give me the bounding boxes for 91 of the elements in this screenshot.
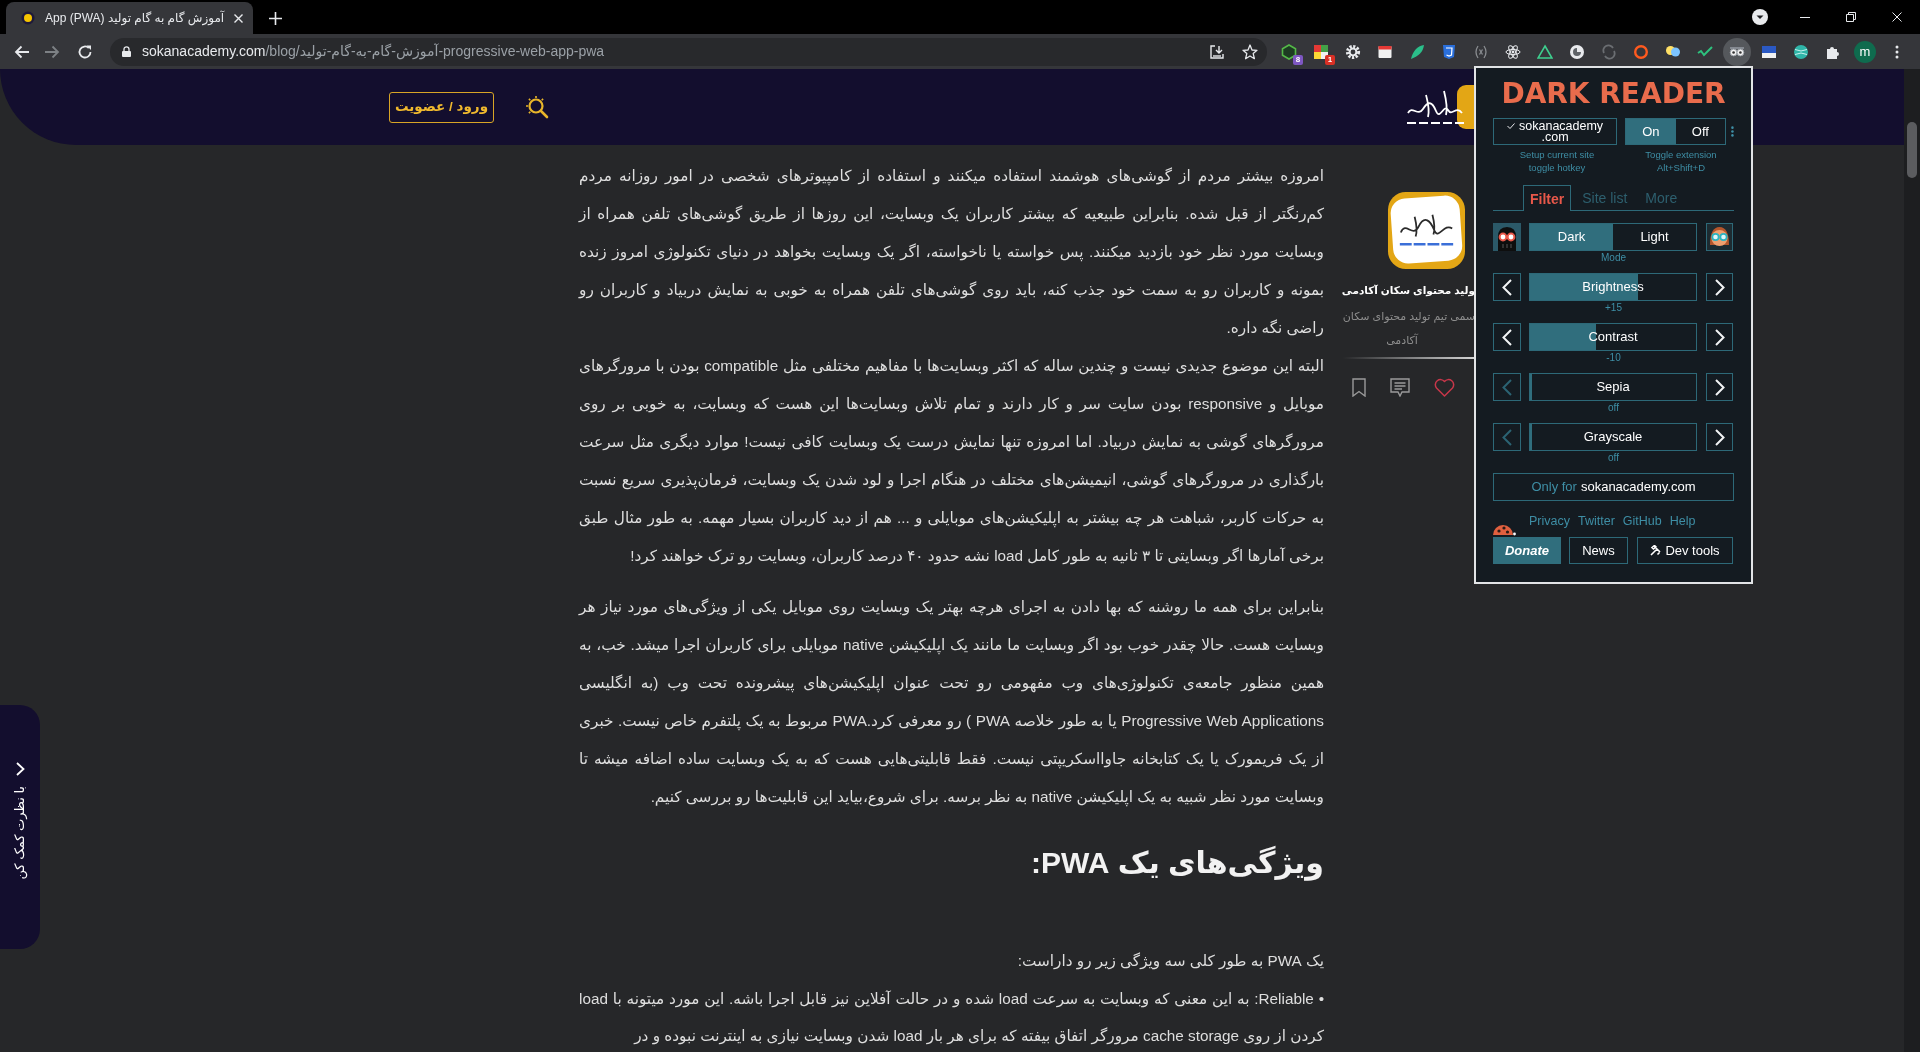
- author-bio: سمی تیم تولید محتوای سکان آکادمی: [1341, 309, 1475, 348]
- gear-icon[interactable]: [1345, 43, 1361, 60]
- bookmark-icon[interactable]: [1352, 378, 1366, 397]
- article-paragraph: یک PWA به طور کلی سه ویژگی زیر رو داراست:: [1016, 951, 1324, 972]
- close-icon[interactable]: [234, 13, 244, 23]
- brackets-icon[interactable]: [1473, 43, 1489, 60]
- footer-link[interactable]: Privacy: [1529, 512, 1570, 536]
- tools-icon: [1650, 545, 1662, 556]
- ladybug-icon: [1493, 523, 1516, 536]
- chevron-right-icon: [1714, 378, 1725, 396]
- chevron-right-icon: [1714, 278, 1725, 296]
- grid-icon[interactable]: [1313, 43, 1329, 60]
- slider-value: off: [1607, 401, 1620, 415]
- site-logo[interactable]: [1404, 83, 1475, 131]
- switch-option[interactable]: On: [1626, 119, 1676, 144]
- extension-button[interactable]: [1723, 37, 1751, 66]
- slider-track[interactable]: Sepia: [1529, 373, 1697, 401]
- heart-icon[interactable]: [1434, 378, 1455, 397]
- globe-icon[interactable]: [1793, 43, 1809, 60]
- leaf-icon[interactable]: [1409, 43, 1425, 60]
- notification-count: 1: [1325, 54, 1335, 65]
- article-paragraph: امروزه بیشتر مردم از گوشی‌های هوشمند استفاده میکنند و استفاده از کامپیوترهای شخصی در امور روزانه مردم کم‌رنگتر از قبل شده. بنابراین طبیعیه که بیشتر کاربران یک وبسایت، این روزها از طریق گوشی‌های تلفن همراه از وبسایت مورد نظر خود بازدید میکنند. پس خواسته یا ناخواسته، اگر یک وبسایت بخواهد در دنیای تکنولوژی امروز زنده بمونه و کاربران رو به سمت خود جذب کنه، باید روی گوشی‌های تلفن همراه به خوبی به نمایش دربیاد و کاربران رو راضی نگه داره.: [579, 166, 1324, 339]
- browser-tab[interactable]: آموزش گام به گام تولید App (PWA): [6, 2, 254, 34]
- slider-value: -10: [1605, 351, 1622, 365]
- decrease-button[interactable]: [1493, 273, 1521, 301]
- caption-text: Mode: [1600, 251, 1627, 265]
- footer-link[interactable]: Help: [1669, 512, 1696, 536]
- ring-icon[interactable]: [1633, 43, 1649, 60]
- decrease-button[interactable]: [1493, 323, 1521, 351]
- shield-icon[interactable]: [1441, 43, 1457, 60]
- footer-link[interactable]: Twitter: [1578, 512, 1615, 536]
- switch-option[interactable]: Dark: [1530, 224, 1613, 250]
- article-paragraph: بنابراین برای همه ما روشنه که بها دادن به اجرای هرچه بهتر یک وبسایت روی موبایل یکی از ویژگی‌های مورد نیاز هر وبسایت هست. حالا چقدر خوب بود اگر وبسایت ما مانند یک اپلیکیشن native موبایلی برای کاربران اجرا میشد. خب، به همین منظور جامعه‌ی تکنولوژی‌های وب مفهومی رو تحت عنوان اپلیکیشن‌های پیشرونده تحت وب (به انگلیسی Progressive Web Applications یا به طور خلاصه PWA ) رو معرفی کرد.PWA مربوط به یک پلتفرم خاص نیست. خبری از یک فریمورک یا یک کتابخانه جاوااسکریپتی نیست. فقط قابلیتی‌هایی هست که به یک وبسایت ساده اضافه میشه تا وبسایت مورد نظر شبیه به یک اپلیکیشن native به نظر برسه. برای شروع،بیاید این قابلیت‌ها رو بررسی کنیم.: [579, 597, 1324, 809]
- site-toggle-button[interactable]: sokanacademy .com: [1493, 118, 1618, 145]
- banner-icon[interactable]: [1761, 43, 1777, 60]
- footer-link[interactable]: GitHub: [1622, 512, 1662, 536]
- search-icon[interactable]: [525, 95, 549, 119]
- popup-tab[interactable]: Filter: [1523, 185, 1572, 211]
- slider-value: off: [1607, 451, 1620, 465]
- section-heading: ویژگی‌های یک PWA:: [1030, 845, 1324, 883]
- hint-text: Setup current site toggle hotkey: [1518, 148, 1596, 174]
- author-name: ولید محتوای سکان آکادمی: [1341, 283, 1475, 298]
- bulb-icon[interactable]: [1665, 43, 1681, 60]
- lock-icon: [122, 46, 131, 57]
- favicon-icon: [21, 11, 35, 25]
- chevron-right-icon: [1714, 328, 1725, 346]
- triangle-icon[interactable]: [1537, 43, 1553, 60]
- slider-track[interactable]: Grayscale: [1529, 423, 1697, 451]
- increase-button[interactable]: [1706, 423, 1733, 451]
- install-icon[interactable]: [1209, 43, 1225, 60]
- scrollbar-thumb[interactable]: [1907, 122, 1917, 178]
- disc-icon[interactable]: [1569, 43, 1585, 60]
- slider-value: +15: [1604, 301, 1623, 315]
- reload-icon[interactable]: [77, 43, 93, 60]
- star-icon[interactable]: [1242, 43, 1258, 60]
- atom-icon[interactable]: [1505, 43, 1521, 60]
- increase-button[interactable]: [1706, 273, 1733, 301]
- dev-tools-button[interactable]: Dev tools: [1637, 537, 1733, 564]
- window-icon[interactable]: [1377, 43, 1393, 60]
- profile-button[interactable]: m: [1854, 40, 1876, 63]
- increase-button[interactable]: [1706, 373, 1733, 401]
- comment-icon[interactable]: [1390, 378, 1410, 397]
- back-icon[interactable]: [14, 43, 30, 60]
- increase-button[interactable]: [1706, 323, 1733, 351]
- hint-text: Toggle extension Alt+Shift+D: [1644, 148, 1718, 174]
- chevron-right-icon: [15, 762, 25, 776]
- more-icon[interactable]: [1731, 126, 1734, 137]
- popup-title: DARK READER: [1500, 79, 1727, 109]
- forward-icon[interactable]: [44, 43, 60, 60]
- light-goggles-icon: [1706, 223, 1733, 251]
- notification-count: 8: [1293, 54, 1303, 65]
- close-icon[interactable]: [1892, 12, 1902, 22]
- dark-goggles-icon: [1493, 223, 1521, 251]
- donate-button[interactable]: Donate: [1493, 537, 1561, 564]
- new-tab-icon[interactable]: [269, 12, 283, 25]
- switch-option[interactable]: Off: [1675, 119, 1726, 144]
- chevron-right-icon: [1714, 428, 1725, 446]
- site-only-button[interactable]: Only for sokanacademy.com: [1493, 473, 1734, 501]
- hexagon-icon[interactable]: [1281, 43, 1297, 60]
- restore-icon[interactable]: [1846, 12, 1856, 22]
- switch-option[interactable]: Light: [1613, 224, 1696, 250]
- minimize-icon[interactable]: [1800, 16, 1810, 18]
- list-item: • Reliable: به این معنی که وبسایت به سرعت load شده و در حالت آفلاین نیز قابل اجرا باشه. این مورد میتونه با load کردن از روی cache storage مرورگر اتفاق بیفته که برای هر بار load شدن وبسایت نیازی به اینترنت نبوده و در: [579, 989, 1324, 1047]
- slider-track[interactable]: Contrast: [1529, 323, 1697, 351]
- menu-icon[interactable]: [1895, 44, 1899, 59]
- article-paragraph: البته این موضوع جدیدی نیست و چندین ساله که اکثر وبسایت‌ها با مفاهیم مختلفی مثل compatible بودن با مرورگرهای موبایل و responsive بودن سایت سر و کار دارند و تمام تلاش وبسایت‌ها این هست که وبسایت، به خوبی بر روی مرورگرهای گوشی به نمایش دربیاد. اما امروزه تنها نمایش درست یک وبسایت کافی نیست! موارد دیگری مثل سرعت بارگذاری در مرورگرهای گوشی، انیمیشن‌های مختلف در هنگام اجرا و لود شدن یک وبسایت، فرمان‌پذیری سریع نسبت به حرکات کاربر، شباهت هر چه بیشتر به اپلیکیشن‌های موبایلی و ... هم از دید کاربران بسیار مهمه. به طور مثال طبق برخی آمارها اگر وبسایتی تا ۳ ثانیه به طور کامل load نشه حدود ۴۰ درصد کاربران، وبسایت رو ترک خواهند کرد!: [579, 356, 1324, 567]
- feedback-tab[interactable]: با نظرت کمک کن: [0, 705, 40, 949]
- slider-track[interactable]: Brightness: [1529, 273, 1697, 301]
- news-button[interactable]: News: [1569, 537, 1628, 564]
- login-button[interactable]: ورود / عضویت: [389, 91, 494, 123]
- tab-search-icon[interactable]: [1752, 9, 1768, 25]
